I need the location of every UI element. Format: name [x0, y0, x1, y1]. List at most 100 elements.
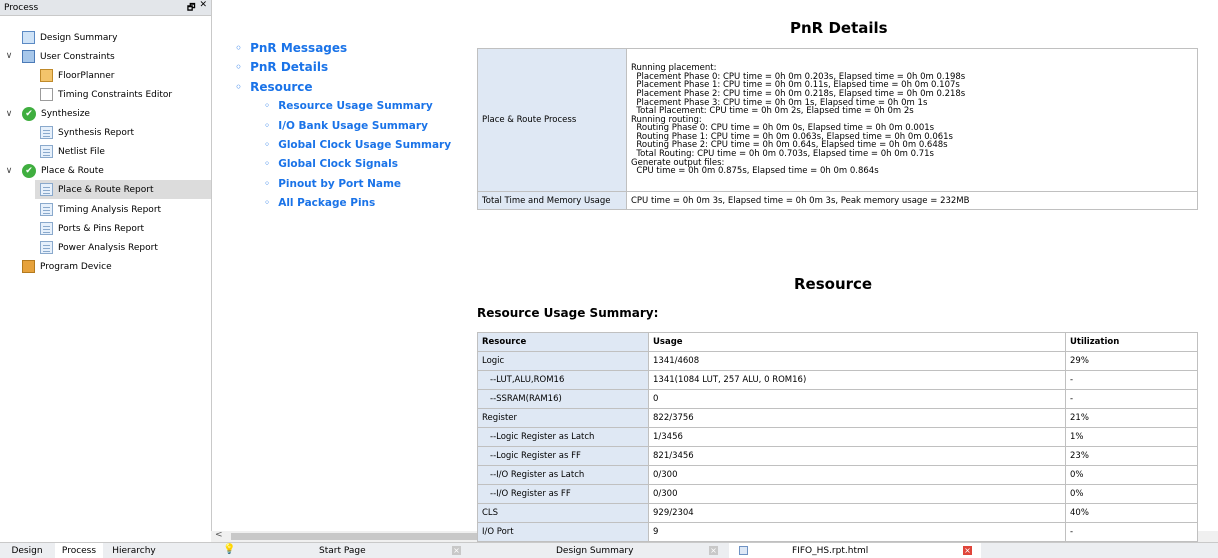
html-file-icon: [739, 546, 748, 555]
toc-link-label: Global Clock Usage Summary: [278, 139, 452, 151]
tree-item-label: Ports & Pins Report: [58, 223, 145, 234]
toc-link-pnr-details[interactable]: ◦ PnR Details: [235, 60, 328, 74]
toc-link-label: Pinout by Port Name: [278, 178, 402, 190]
pnr-details-table: Place & Route Process Running placement:…: [477, 48, 1198, 210]
tree-item-label: Timing Analysis Report: [58, 204, 162, 215]
toc-link-label: Global Clock Signals: [278, 158, 398, 170]
check-success-icon: ✔: [22, 106, 36, 121]
tree-item-power-analysis-report[interactable]: Power Analysis Report: [40, 238, 158, 257]
close-tab-icon[interactable]: ×: [963, 546, 972, 555]
bullet-icon: ◦: [235, 80, 243, 94]
doc-tab-design-summary[interactable]: Design Summary ×: [470, 543, 729, 558]
toc-link-pnr-messages[interactable]: ◦ PnR Messages: [235, 41, 347, 55]
toc-link-global-clock-usage-summary[interactable]: ◦ Global Clock Usage Summary: [264, 139, 451, 151]
toc-link-global-clock-signals[interactable]: ◦ Global Clock Signals: [264, 158, 398, 170]
document-icon: [40, 126, 53, 139]
chevron-down-icon[interactable]: ∨: [4, 109, 14, 119]
bullet-icon: ◦: [264, 120, 271, 132]
toc-link-label: All Package Pins: [278, 197, 376, 209]
usage-cell: 821/3456: [648, 446, 1066, 466]
toc-link-all-package-pins[interactable]: ◦ All Package Pins: [264, 197, 375, 209]
tree-item-label: FloorPlanner: [58, 70, 115, 81]
resource-usage-table: Resource Usage Utilization Logic 1341/460…: [477, 332, 1198, 542]
usage-cell: 0/300: [648, 484, 1066, 504]
resource-cell: CLS: [477, 503, 649, 523]
tab-design[interactable]: Design: [6, 543, 48, 558]
scroll-left-arrow-icon[interactable]: <: [215, 530, 223, 540]
doc-tab-label: FIFO_HS.rpt.html: [792, 546, 869, 556]
utilization-cell: -: [1065, 370, 1198, 390]
tree-item-label: Program Device: [40, 261, 112, 272]
resource-usage-summary-heading: Resource Usage Summary:: [477, 306, 659, 320]
tab-label: Design: [11, 545, 43, 556]
bullet-icon: ◦: [264, 178, 271, 190]
bottom-tab-bar: Design Process Hierarchy 💡 Start Page × …: [0, 542, 1218, 558]
process-panel-title: Process: [4, 2, 39, 13]
table-row: Total Time and Memory Usage CPU time = 0…: [477, 191, 1198, 210]
toc-link-resource[interactable]: ◦ Resource: [235, 80, 313, 94]
chevron-down-icon[interactable]: ∨: [4, 51, 14, 61]
table-row: Register 822/3756 21%: [477, 408, 1198, 428]
bullet-icon: ◦: [264, 139, 271, 151]
usage-cell: 1341(1084 LUT, 257 ALU, 0 ROM16): [648, 370, 1066, 390]
toc-link-label: I/O Bank Usage Summary: [278, 120, 428, 132]
tree-item-ports-pins-report[interactable]: Ports & Pins Report: [40, 219, 144, 238]
usage-cell: 0: [648, 389, 1066, 409]
tree-item-floorplanner[interactable]: FloorPlanner: [40, 66, 114, 85]
close-panel-icon[interactable]: ✕: [199, 0, 207, 16]
resource-cell: --Logic Register as FF: [477, 446, 649, 466]
float-panel-icon[interactable]: 🗗: [187, 0, 195, 16]
table-cell-label: Place & Route Process: [477, 48, 627, 192]
resource-table-body: Logic 1341/4608 29% --LUT,ALU,ROM16 1341(108…: [477, 351, 1198, 542]
bullet-icon: ◦: [235, 60, 243, 74]
table-row: --Logic Register as Latch 1/3456 1%: [477, 427, 1198, 447]
pnr-details-heading: PnR Details: [790, 19, 888, 37]
tree-item-label: Timing Constraints Editor: [58, 89, 173, 100]
table-cell-value: CPU time = 0h 0m 3s, Elapsed time = 0h 0…: [626, 191, 1198, 210]
floorplanner-icon: [40, 69, 53, 82]
tree-item-user-constraints[interactable]: User Constraints: [22, 47, 115, 66]
tree-item-place-route[interactable]: ✔ Place & Route: [22, 161, 104, 180]
tree-item-netlist-file[interactable]: Netlist File: [40, 142, 105, 161]
doc-tab-start-page[interactable]: 💡 Start Page ×: [211, 543, 470, 558]
toc-link-io-bank-usage-summary[interactable]: ◦ I/O Bank Usage Summary: [264, 120, 428, 132]
doc-tab-fifo-rpt[interactable]: FIFO_HS.rpt.html ×: [729, 543, 981, 558]
tree-item-design-summary[interactable]: Design Summary: [22, 28, 117, 47]
usage-cell: 0/300: [648, 465, 1066, 485]
document-icon: [40, 145, 53, 158]
tree-item-place-route-report[interactable]: Place & Route Report: [35, 180, 211, 199]
utilization-cell: 0%: [1065, 484, 1198, 504]
tab-process[interactable]: Process: [55, 543, 103, 558]
tree-item-timing-analysis-report[interactable]: Timing Analysis Report: [40, 200, 161, 219]
constraints-icon: [22, 50, 35, 63]
table-row: CLS 929/2304 40%: [477, 503, 1198, 523]
document-icon: [40, 222, 53, 235]
table-row: I/O Port 9-: [477, 522, 1198, 542]
tree-item-label: Synthesize: [41, 108, 90, 119]
tree-item-program-device[interactable]: Program Device: [22, 257, 112, 276]
usage-cell: 9: [648, 522, 1066, 542]
utilization-cell: 23%: [1065, 446, 1198, 466]
close-tab-icon[interactable]: ×: [709, 546, 718, 555]
doc-tab-label: Start Page: [319, 546, 366, 556]
tab-hierarchy[interactable]: Hierarchy: [108, 543, 160, 558]
column-header: Resource: [477, 332, 649, 352]
column-header: Usage: [648, 332, 1066, 352]
document-icon: [40, 203, 53, 216]
doc-tab-label: Design Summary: [556, 546, 634, 556]
utilization-cell: 0%: [1065, 465, 1198, 485]
utilization-cell: 1%: [1065, 427, 1198, 447]
tree-item-synthesize[interactable]: ✔ Synthesize: [22, 104, 90, 123]
resource-cell: --Logic Register as Latch: [477, 427, 649, 447]
close-tab-icon[interactable]: ×: [452, 546, 461, 555]
tree-item-label: Design Summary: [40, 32, 118, 43]
tree-item-timing-constraints-editor[interactable]: Timing Constraints Editor: [40, 85, 172, 104]
tab-label: Hierarchy: [112, 545, 156, 556]
utilization-cell: 21%: [1065, 408, 1198, 428]
pnr-process-log: Running placement: Placement Phase 0: CP…: [631, 64, 1193, 176]
chevron-down-icon[interactable]: ∨: [4, 166, 14, 176]
resource-cell: --LUT,ALU,ROM16: [477, 370, 649, 390]
tree-item-synthesis-report[interactable]: Synthesis Report: [40, 123, 134, 142]
toc-link-pinout-by-port-name[interactable]: ◦ Pinout by Port Name: [264, 178, 401, 190]
toc-link-resource-usage-summary[interactable]: ◦ Resource Usage Summary: [264, 100, 433, 112]
